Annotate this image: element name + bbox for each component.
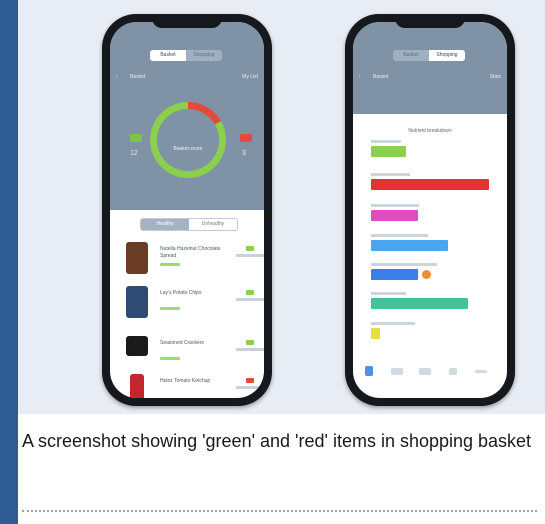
chart-title: Nutrient breakdown [408, 128, 452, 134]
left-phone: Basket Shopping ‹ Basket My List Basket … [102, 14, 272, 406]
list-item[interactable]: Lay's Potato Chips [126, 286, 264, 326]
list-item[interactable]: Nutella Hazelnut Chocolate Spread [126, 242, 264, 282]
more-tab-icon[interactable] [475, 370, 487, 373]
nutrient-bar [371, 269, 418, 280]
green-badge-icon [246, 290, 254, 295]
product-score-line [236, 386, 264, 389]
product-score-line [236, 348, 264, 351]
back-icon[interactable]: ‹ [116, 74, 118, 80]
product-thumbnail [130, 374, 144, 398]
dotted-divider [22, 510, 537, 512]
view-segmented-control[interactable]: Basket Shopping [393, 50, 465, 61]
profile-tab-icon[interactable] [449, 368, 457, 375]
green-badge-icon [246, 246, 254, 251]
nav-action[interactable]: My List [242, 74, 258, 80]
product-name: Seasoned Crackers [160, 340, 204, 346]
list-tab-icon[interactable] [391, 368, 403, 375]
basket-score-ring: Basket score [150, 102, 226, 178]
basket-header: Basket Shopping ‹ Basket My List Basket … [110, 22, 264, 210]
product-thumbnail [126, 242, 148, 274]
tab-basket[interactable]: Basket [393, 50, 429, 61]
green-badge-icon [246, 340, 254, 345]
red-count-icon [240, 134, 252, 142]
nutrient-bar [371, 298, 468, 309]
bar-label [371, 292, 406, 295]
bar-label [371, 204, 419, 207]
stats-header: Basket Shopping ‹ Basket Stats [353, 22, 507, 114]
phone-notch [152, 14, 222, 28]
nutrient-bar [371, 210, 418, 221]
product-tag [160, 307, 180, 310]
image-caption: A screenshot showing 'green' and 'red' i… [22, 431, 532, 451]
chart-title-row: Nutrient breakdown [371, 128, 489, 134]
product-score-line [236, 298, 264, 301]
nav-action[interactable]: Stats [490, 74, 501, 80]
red-count: 3 [242, 150, 246, 157]
bar-label [371, 173, 410, 176]
product-thumbnail [126, 286, 148, 318]
bar-label [371, 234, 428, 237]
tab-basket[interactable]: Basket [150, 50, 186, 61]
back-icon[interactable]: ‹ [359, 74, 361, 80]
tab-shopping[interactable]: Shopping [429, 50, 465, 61]
green-count: 12 [130, 150, 138, 157]
phone-notch [395, 14, 465, 28]
red-badge-icon [246, 378, 254, 383]
bar-label [371, 263, 437, 266]
bar-label [371, 322, 415, 325]
nav-title: Basket [130, 74, 146, 80]
nutrient-bar [371, 240, 448, 251]
app-screenshot-photo: Basket Shopping ‹ Basket My List Basket … [18, 0, 545, 414]
view-segmented-control[interactable]: Basket Shopping [150, 50, 222, 61]
nav-title: Basket [373, 74, 389, 80]
tab-shopping[interactable]: Shopping [186, 50, 222, 61]
ring-label: Basket score [173, 146, 203, 152]
left-phone-screen: Basket Shopping ‹ Basket My List Basket … [110, 22, 264, 398]
home-tab-icon[interactable] [365, 366, 373, 376]
product-thumbnail [126, 336, 148, 356]
product-name: Lay's Potato Chips [160, 290, 202, 296]
article-frame: Basket Shopping ‹ Basket My List Basket … [18, 0, 545, 524]
bar-label [371, 140, 401, 143]
toggle-unhealthy[interactable]: Unhealthy [189, 219, 237, 230]
list-item[interactable]: Seasoned Crackers [126, 336, 264, 376]
product-tag [160, 263, 180, 266]
nav-row: ‹ Basket Stats [359, 74, 501, 84]
product-name: Heinz Tomato Ketchup [160, 378, 211, 384]
list-item[interactable]: Heinz Tomato Ketchup [126, 374, 264, 398]
product-score-line [236, 254, 264, 257]
nav-row: ‹ Basket My List [116, 74, 258, 84]
ring-inner: Basket score [157, 109, 219, 171]
product-tag [160, 357, 180, 360]
nutrient-bar [371, 146, 406, 157]
right-phone: Basket Shopping ‹ Basket Stats Nutrient … [345, 14, 515, 406]
toggle-healthy[interactable]: Healthy [141, 219, 189, 230]
healthy-toggle[interactable]: Healthy Unhealthy [140, 218, 238, 231]
scan-tab-icon[interactable] [419, 368, 431, 375]
bottom-nav [353, 358, 507, 386]
green-count-icon [130, 134, 142, 142]
product-name: Nutella Hazelnut Chocolate Spread [160, 246, 221, 259]
nutrient-bar [371, 328, 380, 339]
nutrient-bar [371, 179, 489, 190]
right-phone-screen: Basket Shopping ‹ Basket Stats Nutrient … [353, 22, 507, 398]
warning-dot-icon [422, 270, 431, 279]
